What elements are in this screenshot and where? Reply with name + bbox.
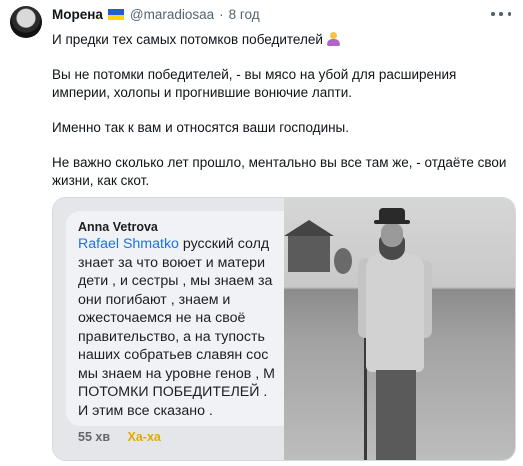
comment-screenshot: Anna Vetrova Rafael Shmatko русский солд…	[53, 198, 284, 460]
comment-line: ожесточаемся не на своё	[78, 310, 246, 326]
comment-line: мы знаем на уровне генов , М	[78, 365, 275, 382]
old-photo-peasant-image	[284, 198, 515, 460]
comment-mention: Rafael Shmatko	[78, 236, 179, 252]
comment-line: знает за что воюет и матери	[78, 254, 265, 271]
comment-line: правительство, а на тупость	[78, 328, 265, 345]
tweet-paragraph: И предки тех самых потомков победителей	[52, 31, 514, 49]
tweet-text: И предки тех самых потомков победителей …	[52, 31, 514, 207]
tree-shape	[334, 248, 352, 274]
comment-time: 55 хв	[78, 430, 111, 444]
comment-line: ПОТОМКИ ПОБЕДИТЕЛЕЙ .	[78, 384, 268, 400]
comment-line: дети , и сестры , мы знаем за	[78, 273, 273, 289]
display-name[interactable]: Морена	[52, 7, 103, 22]
comment-meta: 55 хв Ха-ха	[78, 430, 161, 444]
house-shape	[284, 220, 334, 272]
comment-line: наших собратьев славян сос	[78, 347, 269, 363]
woman-facepalming-icon	[326, 32, 340, 46]
comment-line: И этим все сказано .	[78, 402, 213, 419]
comment-line: они погибают , знаем и	[78, 291, 231, 308]
tweet-header: Морена @maradiosaa · 8 год	[52, 7, 260, 22]
comment-reaction: Ха-ха	[127, 430, 161, 444]
comment-author: Anna Vetrova	[78, 220, 158, 234]
media-card[interactable]: Anna Vetrova Rafael Shmatko русский солд…	[52, 197, 516, 461]
tweet-paragraph: Именно так к вам и относятся ваши господ…	[52, 120, 350, 135]
tweet-paragraph: Не важно сколько лет прошло, ментально в…	[52, 155, 507, 188]
ukraine-flag-icon	[107, 9, 124, 20]
peasant-figure	[358, 208, 452, 460]
tweet-paragraph: Вы не потомки победителей, - вы мясо на …	[52, 67, 457, 100]
comment-text: Rafael Shmatko русский солд знает за что…	[78, 236, 275, 419]
comment-bubble: Anna Vetrova Rafael Shmatko русский солд…	[66, 211, 284, 426]
user-handle[interactable]: @maradiosaa	[130, 7, 214, 22]
avatar[interactable]	[10, 6, 42, 38]
more-options-icon[interactable]	[491, 6, 511, 22]
tweet-time[interactable]: 8 год	[229, 7, 260, 22]
separator-dot: ·	[219, 7, 224, 22]
